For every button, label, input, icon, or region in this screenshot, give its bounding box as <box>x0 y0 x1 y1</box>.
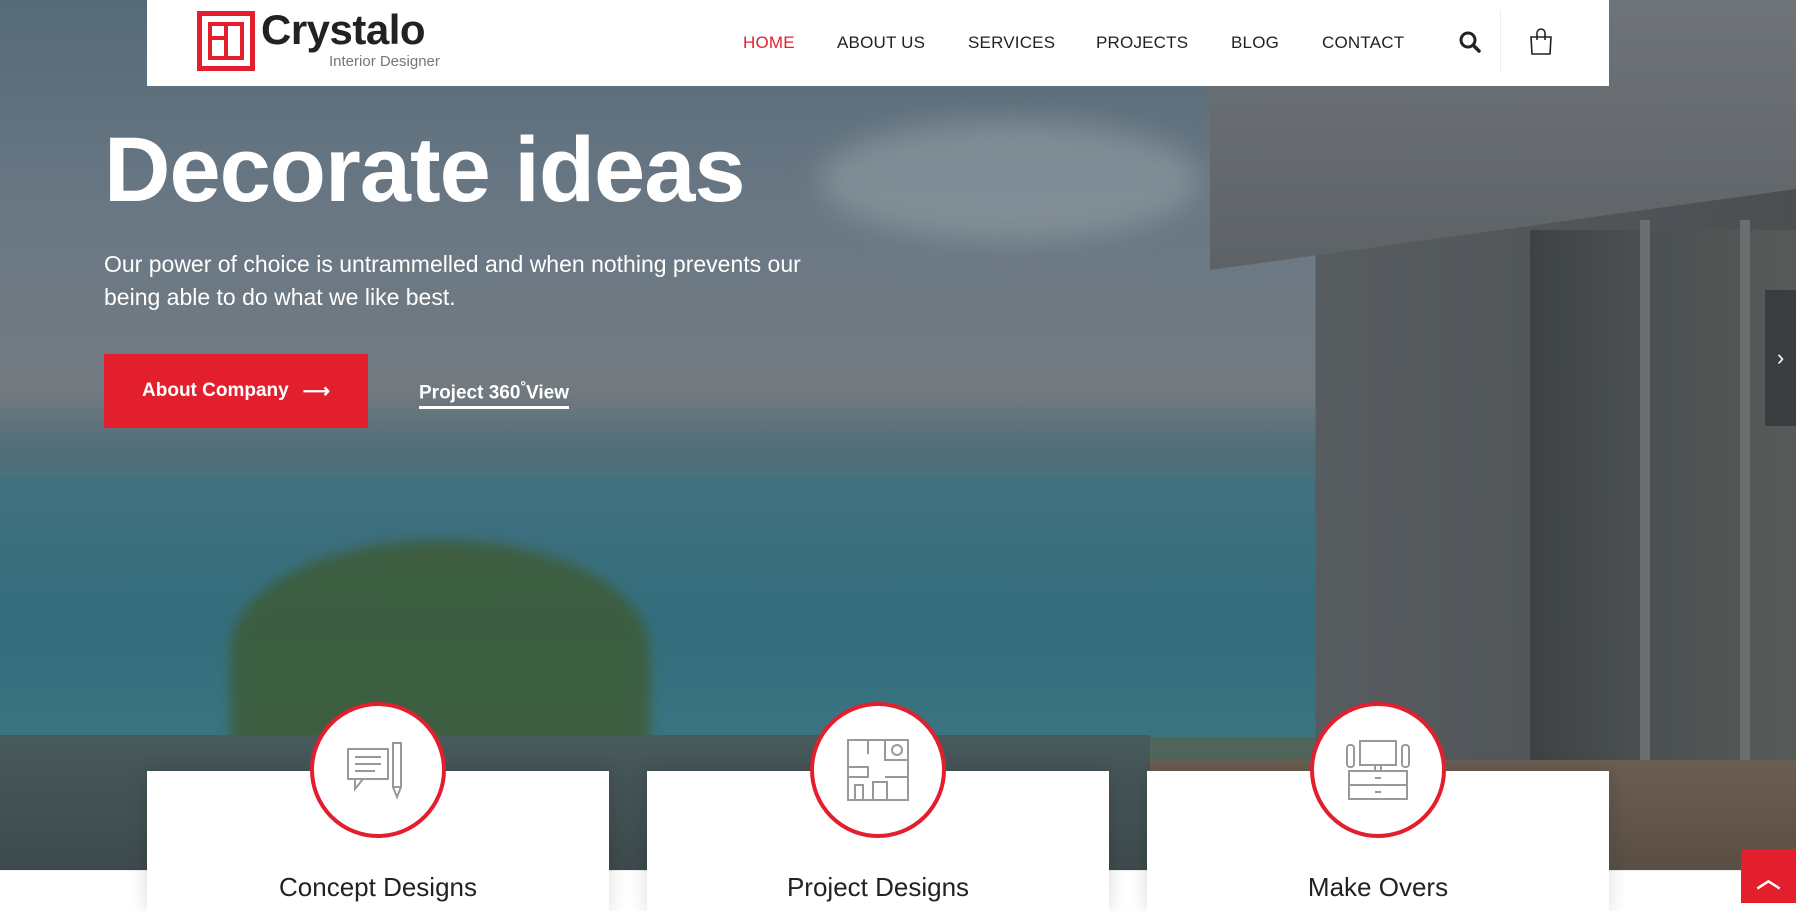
nav-home[interactable]: HOME <box>743 33 795 53</box>
logo-icon[interactable] <box>197 11 255 71</box>
about-company-label: About Company <box>142 380 289 401</box>
chevron-right-icon: › <box>1776 345 1785 370</box>
nav-contact[interactable]: CONTACT <box>1322 33 1404 53</box>
logo-name[interactable]: Crystalo <box>261 6 426 54</box>
service-icon-circle <box>1310 702 1446 838</box>
service-card[interactable]: Concept Designs <box>147 702 609 911</box>
hero-background-window <box>1530 230 1796 790</box>
hero-background-mullion <box>1740 220 1750 790</box>
hero-text: Our power of choice is untrammelled and … <box>104 251 801 310</box>
hero-background-mullion <box>1640 220 1650 790</box>
tv-cabinet-icon <box>1346 740 1410 800</box>
concept-design-icon <box>347 742 402 800</box>
service-icon-circle <box>310 702 446 838</box>
scroll-to-top-button[interactable]: ︿ <box>1741 849 1796 903</box>
header-divider <box>1500 10 1501 72</box>
link-text: Project 360 <box>419 382 521 404</box>
card-title: Concept Designs <box>279 872 477 902</box>
service-icon-circle <box>810 702 946 838</box>
nav-services[interactable]: SERVICES <box>968 33 1055 53</box>
logo-tagline: Interior Designer <box>329 53 440 70</box>
shopping-bag-icon[interactable] <box>1529 28 1553 56</box>
floor-plan-icon <box>847 739 909 801</box>
card-title: Project Designs <box>786 872 970 902</box>
hero-title: Decorate ideas <box>104 119 746 221</box>
hero-background-trees <box>230 540 650 760</box>
service-card[interactable]: Make Overs <box>1147 702 1609 911</box>
hero-background-sea <box>0 477 1520 737</box>
nav-blog[interactable]: BLOG <box>1231 33 1279 53</box>
chevron-up-icon: ︿ <box>1756 865 1781 893</box>
project-360-view-link[interactable]: Project 360°View <box>419 378 569 410</box>
slider-next-arrow[interactable]: › <box>1765 290 1796 426</box>
nav-projects[interactable]: PROJECTS <box>1096 33 1188 53</box>
nav-about-us[interactable]: ABOUT US <box>837 33 925 53</box>
search-icon[interactable] <box>1458 30 1482 54</box>
hero-background <box>820 120 1200 240</box>
card-title: Make Overs <box>1307 872 1449 902</box>
link-text-suffix: View <box>526 382 569 404</box>
arrow-right-icon: ⟶ <box>302 380 330 402</box>
service-card[interactable]: Project Designs <box>647 702 1109 911</box>
site-header: Crystalo Interior Designer HOME ABOUT US… <box>147 0 1609 86</box>
about-company-button[interactable]: About Company ⟶ <box>104 354 368 428</box>
